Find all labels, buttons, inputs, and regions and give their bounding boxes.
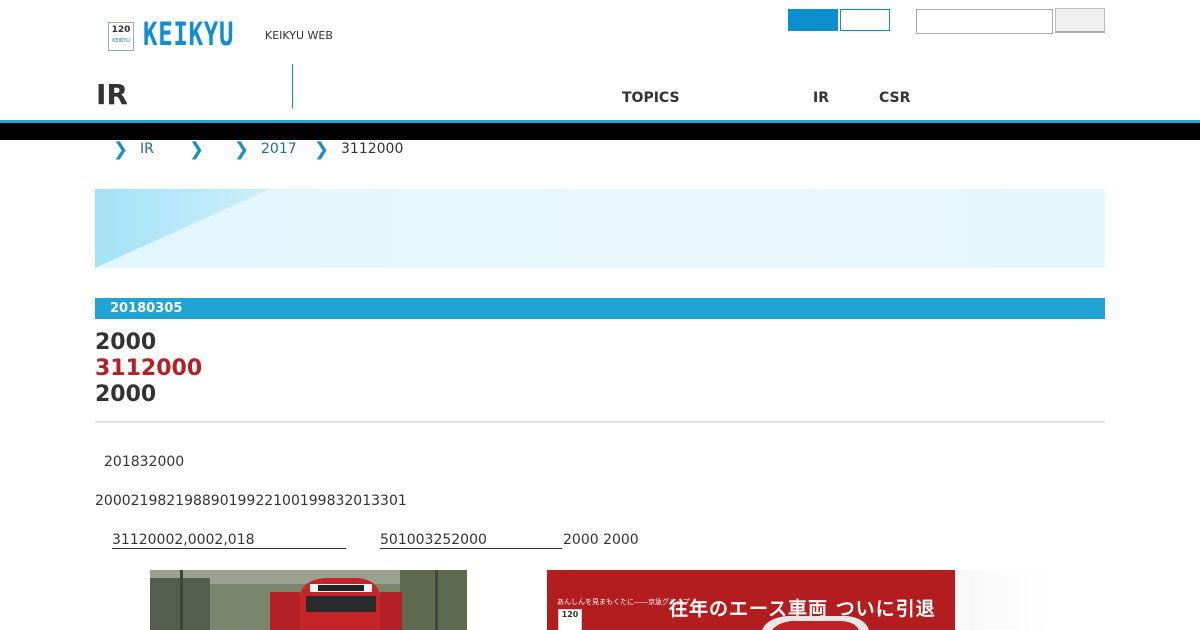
news-date-bar: 20180305 xyxy=(95,298,1105,319)
train-illustration xyxy=(150,570,467,630)
retirement-poster: あんしんを見まもくたに――京急グループ 120 往年のエース車両 ついに引退 xyxy=(547,570,956,630)
body-link-2-text[interactable]: 501003252000 xyxy=(380,532,487,548)
body-link-1[interactable]: 31120002,0002,018 xyxy=(112,532,346,549)
train-photo xyxy=(150,570,467,630)
page-banner xyxy=(95,189,1105,268)
language-toggle-option[interactable] xyxy=(840,9,890,31)
breadcrumb-ir[interactable]: IR xyxy=(140,141,154,157)
headline-line-2: 3112000 xyxy=(95,356,203,381)
logo-badge-number: 120 xyxy=(111,25,131,35)
logo-badge-brand: KEIKYU xyxy=(112,38,130,44)
image-gallery-edge xyxy=(955,570,1050,630)
body-tail-text: 2000 2000 xyxy=(563,532,639,548)
nav-topics[interactable]: TOPICS xyxy=(622,90,680,106)
nav-ir[interactable]: IR xyxy=(813,90,829,106)
breadcrumb-2017[interactable]: 2017 xyxy=(261,141,297,157)
search-input[interactable] xyxy=(916,9,1053,34)
body-link-2[interactable]: 501003252000 xyxy=(380,532,562,549)
body-paragraph-1: 201832000 xyxy=(104,454,185,470)
nav-csr[interactable]: CSR xyxy=(879,90,910,106)
global-nav-bar xyxy=(0,123,1200,140)
headline-divider xyxy=(95,421,1105,423)
keikyu-web-link[interactable]: KEIKYU WEB xyxy=(265,29,333,42)
chevron-right-icon: ❯ xyxy=(189,139,205,160)
language-toggle-selected[interactable] xyxy=(788,9,838,31)
keikyu-logo[interactable]: KEIKYU xyxy=(143,15,234,53)
section-title: IR xyxy=(96,78,128,111)
body-link-1-text[interactable]: 31120002,0002,018 xyxy=(112,532,255,548)
banner-triangle xyxy=(95,189,270,268)
body-paragraph-2: 20002198219889019922100199832013301 xyxy=(95,493,407,509)
news-date: 20180305 xyxy=(110,301,183,316)
headline-line-3: 2000 xyxy=(95,382,157,407)
logo-badge[interactable]: 120 KEIKYU xyxy=(108,22,134,51)
chevron-right-icon: ❯ xyxy=(113,139,129,160)
chevron-right-icon: ❯ xyxy=(314,139,330,160)
breadcrumb-current: 3112000 xyxy=(341,141,404,157)
title-divider xyxy=(292,64,293,108)
search-button[interactable] xyxy=(1055,8,1105,33)
headline-line-1: 2000 xyxy=(95,330,157,355)
poster-train-graphic xyxy=(762,616,869,630)
chevron-right-icon: ❯ xyxy=(234,139,250,160)
